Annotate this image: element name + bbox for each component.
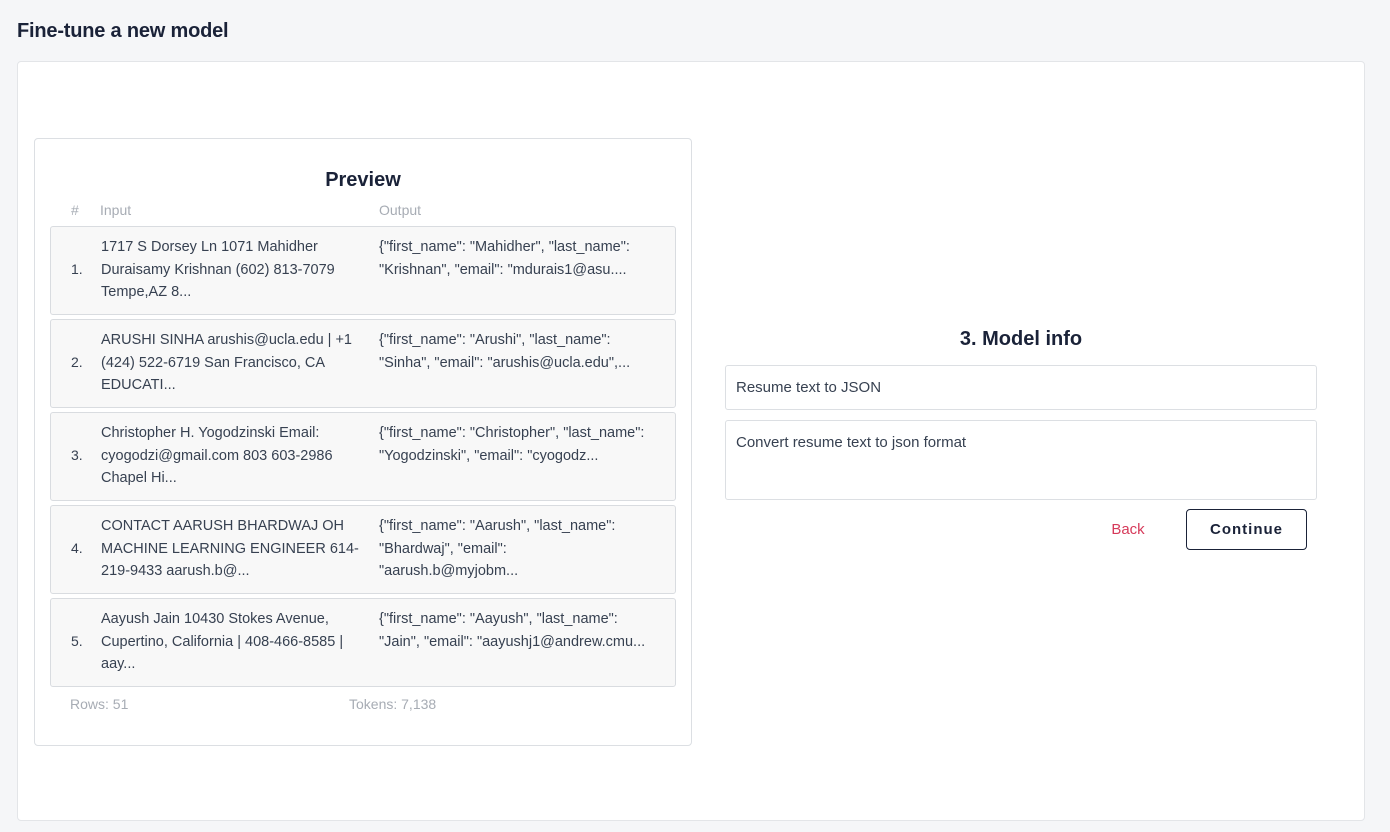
row-number: 3.: [71, 447, 83, 463]
preview-panel: Preview # Input Output 1. 1717 S Dorsey …: [34, 138, 692, 746]
column-header-number: #: [71, 202, 79, 218]
row-number: 2.: [71, 354, 83, 370]
row-output-text: {"first_name": "Christopher", "last_name…: [379, 425, 645, 464]
column-header-input: Input: [100, 202, 132, 218]
row-number: 4.: [71, 540, 83, 556]
rows-count: Rows: 51: [70, 696, 129, 712]
preview-row: 4. CONTACT AARUSH BHARDWAJ OH MACHINE LE…: [50, 505, 676, 594]
model-info-title: 3. Model info: [959, 328, 1083, 350]
model-description-input[interactable]: Convert resume text to json format: [725, 420, 1317, 500]
row-number: 5.: [71, 633, 83, 649]
column-header-output: Output: [379, 202, 422, 218]
continue-button[interactable]: Continue: [1186, 509, 1307, 550]
page-title: Fine-tune a new model: [17, 20, 229, 42]
row-output-text: {"first_name": "Mahidher", "last_name": …: [379, 239, 630, 278]
row-input-text: Aayush Jain 10430 Stokes Avenue, Cuperti…: [101, 611, 344, 672]
row-output-text: {"first_name": "Arushi", "last_name": "S…: [379, 332, 631, 371]
row-output-text: {"first_name": "Aarush", "last_name": "B…: [379, 518, 616, 579]
preview-rows: 1. 1717 S Dorsey Ln 1071 Mahidher Durais…: [50, 226, 676, 691]
main-card: Preview # Input Output 1. 1717 S Dorsey …: [17, 61, 1365, 821]
row-input-text: 1717 S Dorsey Ln 1071 Mahidher Duraisamy…: [101, 239, 335, 300]
back-button[interactable]: Back: [1098, 512, 1158, 546]
preview-row: 2. ARUSHI SINHA arushis@ucla.edu | +1 (4…: [50, 319, 676, 408]
model-name-input[interactable]: [725, 365, 1317, 410]
row-number: 1.: [71, 261, 83, 277]
tokens-count: Tokens: 7,138: [349, 696, 437, 712]
preview-row: 1. 1717 S Dorsey Ln 1071 Mahidher Durais…: [50, 226, 676, 315]
preview-row: 3. Christopher H. Yogodzinski Email: cyo…: [50, 412, 676, 501]
row-input-text: ARUSHI SINHA arushis@ucla.edu | +1 (424)…: [101, 332, 352, 393]
preview-row: 5. Aayush Jain 10430 Stokes Avenue, Cupe…: [50, 598, 676, 687]
preview-title: Preview: [325, 169, 401, 191]
row-input-text: CONTACT AARUSH BHARDWAJ OH MACHINE LEARN…: [101, 518, 359, 579]
row-input-text: Christopher H. Yogodzinski Email: cyogod…: [101, 425, 333, 486]
row-output-text: {"first_name": "Aayush", "last_name": "J…: [379, 611, 646, 650]
